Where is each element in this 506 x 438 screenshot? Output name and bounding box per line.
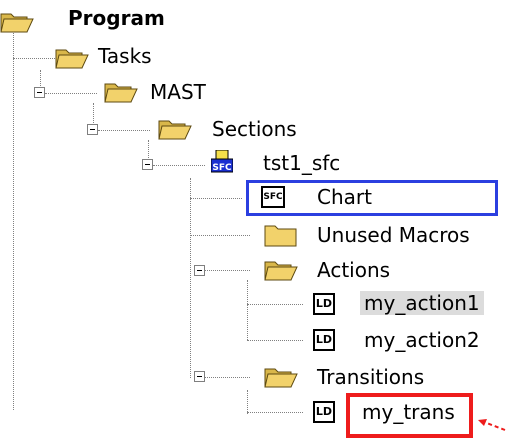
- collapse-button-transitions[interactable]: [194, 371, 205, 382]
- ld-icon: LD: [313, 329, 335, 351]
- collapse-button-actions[interactable]: [194, 265, 205, 276]
- sfc-chart-icon: SFC: [261, 186, 285, 208]
- tree-connector: [45, 93, 97, 94]
- tree-connector: [247, 412, 303, 413]
- tree-connector: [247, 390, 248, 414]
- collapse-button-tst1-sfc[interactable]: [142, 159, 153, 170]
- tree-item-mast[interactable]: MAST: [146, 80, 210, 104]
- tree-connector: [153, 165, 205, 166]
- project-tree: Program Tasks MAST Sections SFC tst1_sfc…: [0, 0, 506, 438]
- tree-item-transitions[interactable]: Transitions: [313, 365, 428, 389]
- tree-connector: [40, 70, 41, 88]
- tree-item-actions[interactable]: Actions: [313, 258, 394, 282]
- tree-connector: [247, 304, 303, 305]
- tree-connector: [98, 130, 150, 131]
- tree-item-my-action1[interactable]: my_action1: [360, 291, 484, 315]
- open-folder-icon: [55, 49, 89, 69]
- collapse-button-sections[interactable]: [87, 124, 98, 135]
- tree-item-unused-macros[interactable]: Unused Macros: [313, 223, 474, 247]
- open-folder-icon: [264, 261, 298, 281]
- tree-item-sections[interactable]: Sections: [208, 117, 301, 141]
- tree-item-tasks[interactable]: Tasks: [94, 44, 156, 68]
- tree-item-my-action2[interactable]: my_action2: [360, 328, 484, 352]
- tree-connector: [247, 340, 303, 341]
- tree-connector: [200, 270, 250, 271]
- open-folder-icon: [0, 13, 34, 33]
- pointer-arrow-icon: [478, 419, 506, 431]
- tree-item-tst1-sfc[interactable]: tst1_sfc: [259, 151, 344, 175]
- open-folder-icon: [264, 368, 298, 388]
- ld-icon: LD: [313, 401, 335, 423]
- open-folder-icon: [104, 83, 138, 103]
- tree-connector: [13, 58, 55, 59]
- ld-icon: LD: [313, 293, 335, 315]
- tree-connector: [148, 140, 149, 160]
- sfc-section-icon: SFC: [211, 150, 233, 173]
- tree-connector: [13, 30, 14, 410]
- tree-item-my-trans[interactable]: my_trans: [358, 400, 459, 424]
- collapse-button-mast[interactable]: [34, 87, 45, 98]
- tree-connector: [247, 280, 248, 340]
- tree-item-chart[interactable]: Chart: [313, 185, 376, 209]
- tree-connector: [190, 178, 191, 378]
- tree-item-program[interactable]: Program: [64, 6, 169, 30]
- tree-connector: [190, 235, 250, 236]
- open-folder-icon: [158, 120, 192, 140]
- sfc-badge-text: SFC: [212, 163, 232, 173]
- tree-connector: [200, 377, 250, 378]
- folder-icon: [264, 225, 297, 247]
- tree-connector: [190, 198, 242, 199]
